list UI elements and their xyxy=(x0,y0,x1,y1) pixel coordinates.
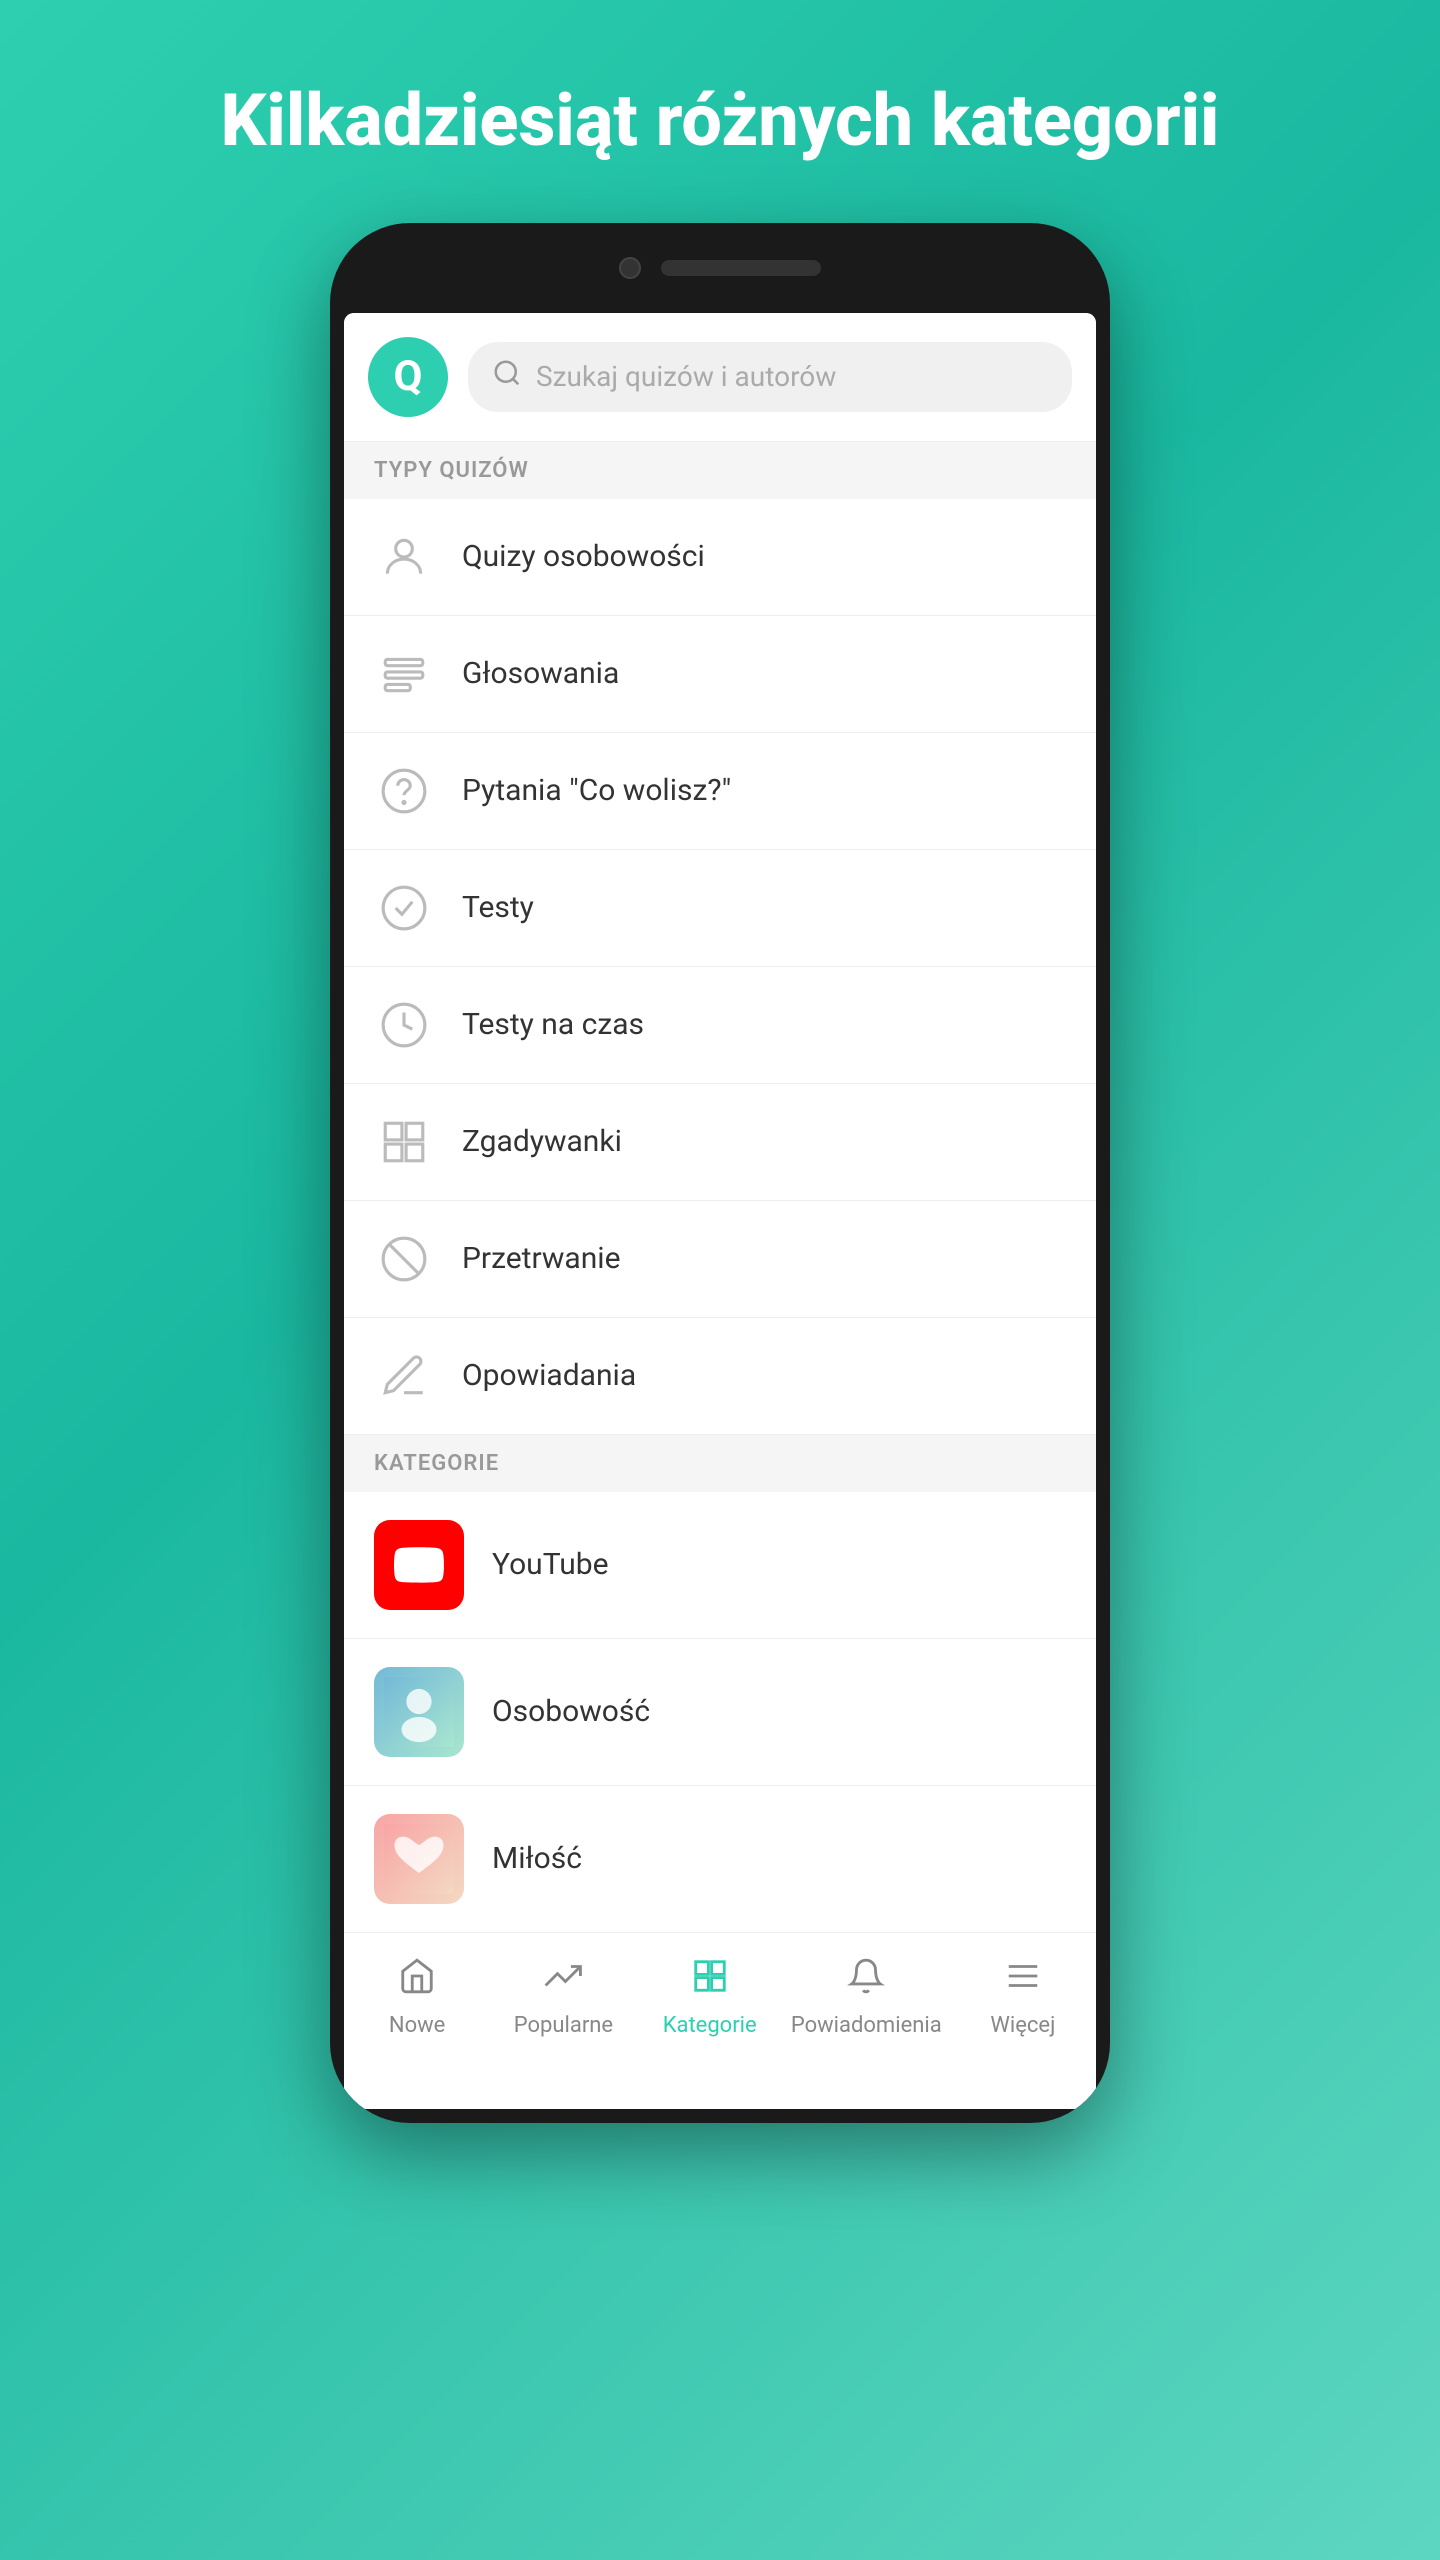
phone-camera xyxy=(619,257,641,279)
bottom-navigation: Nowe Popularne xyxy=(344,1932,1096,2054)
item-label-would-you-rather: Pytania "Co wolisz?" xyxy=(462,773,731,808)
phone-device: Q Szukaj quizów i autorów TYPY QUIZÓW xyxy=(330,223,1110,2123)
list-item-youtube[interactable]: YouTube xyxy=(344,1492,1096,1639)
person-icon xyxy=(374,527,434,587)
item-label-stories: Opowiadania xyxy=(462,1358,636,1393)
list-item-timed-tests[interactable]: Testy na czas xyxy=(344,967,1096,1084)
milosc-category-icon xyxy=(374,1814,464,1904)
list-item-tests[interactable]: Testy xyxy=(344,850,1096,967)
item-label-personality: Quizy osobowości xyxy=(462,539,705,574)
pen-icon xyxy=(374,1346,434,1406)
phone-top-bar xyxy=(344,223,1096,313)
app-header: Q Szukaj quizów i autorów xyxy=(344,313,1096,442)
section-header-categories: KATEGORIE xyxy=(344,1435,1096,1492)
app-logo: Q xyxy=(368,337,448,417)
item-label-voting: Głosowania xyxy=(462,656,619,691)
item-label-puzzles: Zgadywanki xyxy=(462,1124,622,1159)
list-item-would-you-rather[interactable]: Pytania "Co wolisz?" xyxy=(344,733,1096,850)
list-item-stories[interactable]: Opowiadania xyxy=(344,1318,1096,1435)
nav-item-wiecej[interactable]: Więcej xyxy=(950,1949,1096,2046)
nav-item-powiadomienia[interactable]: Powiadomienia xyxy=(783,1949,950,2046)
nav-label-wiecej: Więcej xyxy=(990,2013,1055,2038)
nav-label-powiadomienia: Powiadomienia xyxy=(791,2013,942,2038)
nav-item-popularne[interactable]: Popularne xyxy=(490,1949,636,2046)
phone-speaker xyxy=(661,260,821,276)
nav-label-nowe: Nowe xyxy=(389,2013,445,2038)
grid-icon xyxy=(374,1112,434,1172)
nav-item-kategorie[interactable]: Kategorie xyxy=(637,1949,783,2046)
list-item-survival[interactable]: Przetrwanie xyxy=(344,1201,1096,1318)
nav-label-popularne: Popularne xyxy=(514,2013,613,2038)
list-icon xyxy=(374,644,434,704)
search-icon xyxy=(492,358,522,396)
search-bar[interactable]: Szukaj quizów i autorów xyxy=(468,342,1072,412)
trending-icon xyxy=(544,1957,582,2005)
check-circle-icon xyxy=(374,878,434,938)
section-header-quiz-types: TYPY QUIZÓW xyxy=(344,442,1096,499)
phone-screen: Q Szukaj quizów i autorów TYPY QUIZÓW xyxy=(344,313,1096,2109)
nav-label-kategorie: Kategorie xyxy=(663,2013,757,2038)
item-label-osobowosc: Osobowość xyxy=(492,1694,650,1729)
osobowosc-category-icon xyxy=(374,1667,464,1757)
list-item-personality[interactable]: Quizy osobowości xyxy=(344,499,1096,616)
page-title: Kilkadziesiąt różnych kategorii xyxy=(0,0,1440,223)
compass-icon xyxy=(374,1229,434,1289)
list-item-osobowosc[interactable]: Osobowość xyxy=(344,1639,1096,1786)
list-item-puzzles[interactable]: Zgadywanki xyxy=(344,1084,1096,1201)
question-icon xyxy=(374,761,434,821)
clock-icon xyxy=(374,995,434,1055)
item-label-milosc: Miłość xyxy=(492,1841,582,1876)
search-placeholder-text: Szukaj quizów i autorów xyxy=(536,360,836,393)
youtube-category-icon xyxy=(374,1520,464,1610)
item-label-survival: Przetrwanie xyxy=(462,1241,621,1276)
item-label-tests: Testy xyxy=(462,890,534,925)
menu-icon xyxy=(1004,1957,1042,2005)
home-icon xyxy=(398,1957,436,2005)
nav-item-nowe[interactable]: Nowe xyxy=(344,1949,490,2046)
list-item-milosc[interactable]: Miłość xyxy=(344,1786,1096,1932)
item-label-timed-tests: Testy na czas xyxy=(462,1007,644,1042)
phone-wrapper: Q Szukaj quizów i autorów TYPY QUIZÓW xyxy=(0,223,1440,2560)
bell-icon xyxy=(847,1957,885,2005)
list-item-voting[interactable]: Głosowania xyxy=(344,616,1096,733)
kategorie-grid-icon xyxy=(691,1957,729,2005)
item-label-youtube: YouTube xyxy=(492,1547,609,1582)
